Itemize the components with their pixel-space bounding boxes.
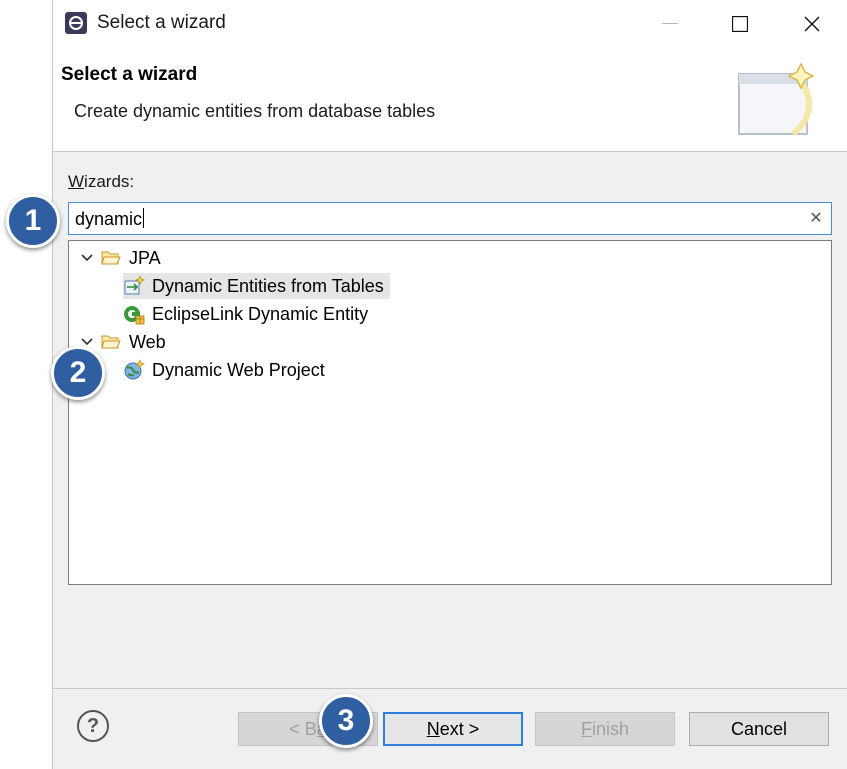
eclipse-app-icon	[65, 12, 87, 34]
filter-text: dynamic	[75, 209, 143, 229]
wizard-dialog: Select a wizard Select a wizard Create d…	[52, 0, 847, 769]
text-caret	[143, 208, 145, 228]
next-label: ext >	[439, 718, 480, 739]
filter-value: dynamic	[75, 208, 145, 230]
tree-item-label: EclipseLink Dynamic Entity	[152, 303, 369, 324]
tree-item-label: Dynamic Entities from Tables	[152, 275, 384, 296]
web-project-icon	[124, 359, 145, 380]
wizard-tree[interactable]: JPA Dynamic Entities from Tables Eclipse…	[68, 240, 832, 585]
folder-open-icon	[101, 335, 121, 349]
banner-title: Select a wizard	[61, 64, 198, 85]
maximize-icon	[732, 16, 748, 32]
category-label: Web	[129, 331, 166, 352]
category-label: JPA	[129, 247, 161, 268]
tree-item-dynamic-web-project[interactable]: Dynamic Web Project	[123, 357, 325, 383]
footer-divider	[53, 688, 847, 689]
folder-open-icon	[101, 251, 121, 265]
chevron-down-icon[interactable]	[79, 250, 95, 266]
close-button[interactable]	[787, 0, 837, 48]
tree-category-jpa[interactable]: JPA	[79, 245, 161, 271]
step-marker-2: 2	[51, 346, 105, 400]
entities-from-tables-icon	[124, 275, 145, 295]
tree-item-label: Dynamic Web Project	[152, 359, 325, 380]
finish-label: inish	[591, 718, 630, 739]
close-icon	[804, 16, 820, 32]
wizards-label-text: izards:	[84, 172, 135, 191]
help-button[interactable]: ?	[77, 710, 109, 742]
window-title: Select a wizard	[97, 12, 226, 33]
tree-item-eclipselink-dynamic-entity[interactable]: EclipseLink Dynamic Entity	[123, 301, 368, 327]
cancel-button[interactable]: Cancel	[689, 712, 829, 746]
step-marker-3: 3	[319, 694, 373, 748]
minimize-button[interactable]	[645, 0, 695, 48]
title-bar: Select a wizard	[53, 0, 847, 48]
banner-description: Create dynamic entities from database ta…	[74, 101, 436, 121]
step-marker-1: 1	[6, 194, 60, 248]
maximize-button[interactable]	[715, 0, 765, 48]
wizard-filter-input[interactable]: dynamic ✕	[68, 202, 832, 235]
wizard-banner: Select a wizard Create dynamic entities …	[53, 48, 847, 152]
wizards-label-mnemonic: W	[68, 172, 85, 191]
tree-item-dynamic-entities-from-tables[interactable]: Dynamic Entities from Tables	[123, 273, 390, 299]
back-label: < B	[289, 718, 317, 739]
next-label-mnemonic: N	[426, 718, 440, 739]
wizards-label: Wizards:	[68, 172, 134, 192]
finish-button: Finish	[535, 712, 675, 746]
next-button[interactable]: Next >	[383, 712, 523, 746]
minimize-icon	[662, 23, 678, 24]
eclipselink-entity-icon	[124, 306, 145, 325]
wizard-banner-icon	[738, 62, 815, 137]
finish-label-mnemonic: F	[580, 718, 592, 739]
clear-filter-icon[interactable]: ✕	[807, 209, 825, 227]
